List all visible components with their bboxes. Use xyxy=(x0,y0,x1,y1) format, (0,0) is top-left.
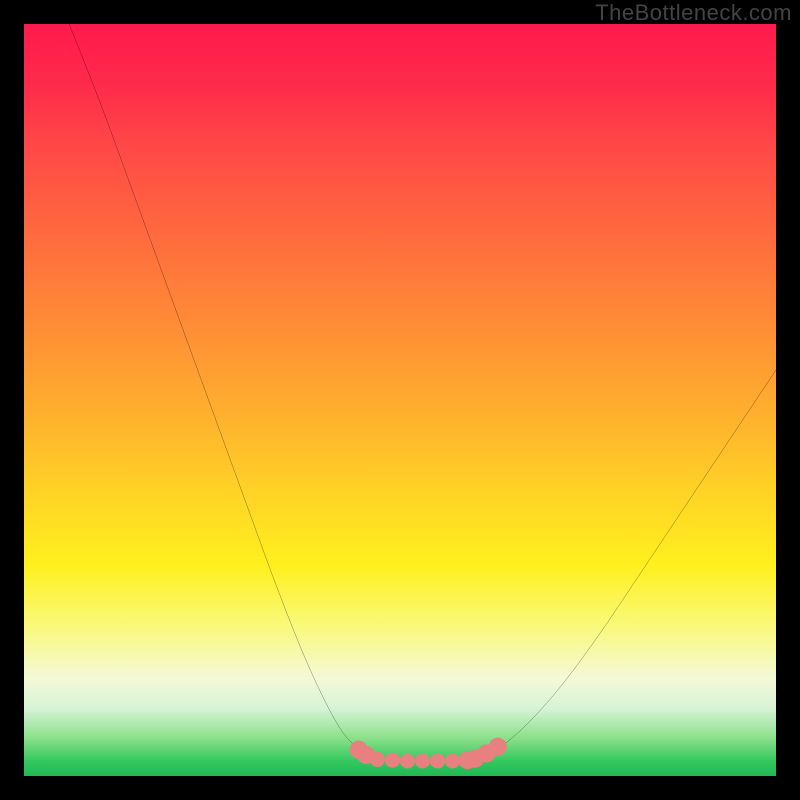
data-marker xyxy=(415,753,430,768)
data-marker xyxy=(489,738,507,756)
data-marker xyxy=(400,753,415,768)
data-marker xyxy=(370,752,385,767)
marker-group xyxy=(350,738,507,770)
watermark-text: TheBottleneck.com xyxy=(595,0,792,26)
data-marker xyxy=(445,753,460,768)
data-marker xyxy=(385,753,400,768)
curve-group xyxy=(69,24,776,761)
bottleneck-curve xyxy=(69,24,776,761)
data-marker xyxy=(430,753,445,768)
chart-svg xyxy=(24,24,776,776)
